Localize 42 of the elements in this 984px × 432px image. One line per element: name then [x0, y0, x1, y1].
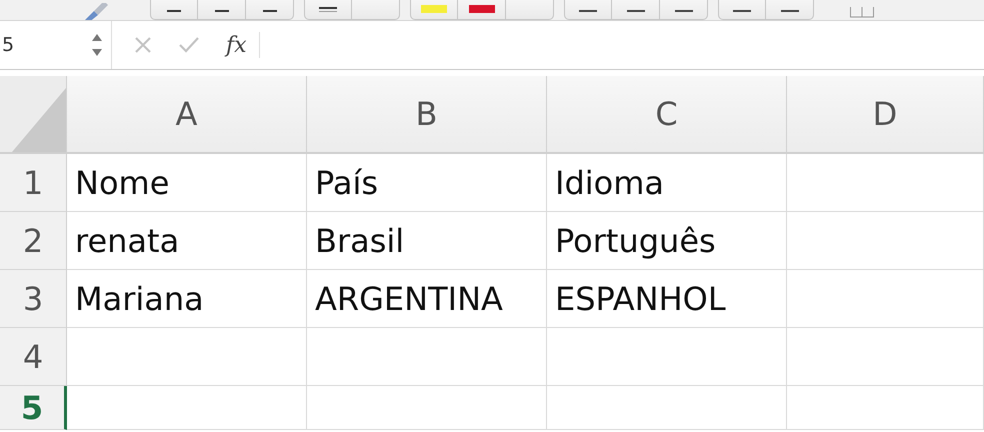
empty-cell[interactable]: [547, 386, 787, 430]
table-cell: Nome: [67, 154, 307, 212]
column-header[interactable]: C: [547, 76, 787, 154]
align-icon: [626, 9, 644, 13]
check-icon[interactable]: [178, 36, 200, 54]
table-cell: Idioma: [547, 154, 787, 212]
function-button[interactable]: fx: [226, 28, 247, 62]
empty-cell[interactable]: [787, 154, 984, 212]
empty-cell[interactable]: [787, 270, 984, 328]
row-header[interactable]: 3: [0, 270, 67, 328]
underline-mark-icon: [262, 9, 276, 13]
table-cell: ARGENTINA: [307, 270, 547, 328]
empty-cell[interactable]: [787, 328, 984, 386]
indent-icon: [733, 9, 751, 13]
indent-icon: [780, 9, 798, 13]
column-header[interactable]: A: [67, 76, 307, 154]
row-header[interactable]: 1: [0, 154, 67, 212]
stepper-icon[interactable]: [91, 32, 103, 58]
row-header[interactable]: 4: [0, 328, 67, 386]
table-cell: Português: [547, 212, 787, 270]
column-header[interactable]: D: [787, 76, 984, 154]
row-header[interactable]: 5: [0, 386, 67, 430]
empty-cell[interactable]: [787, 386, 984, 430]
table-cell: renata: [67, 212, 307, 270]
cancel-icon[interactable]: [134, 36, 152, 54]
underline-mark-icon: [167, 9, 181, 13]
align-icon: [674, 9, 692, 13]
empty-cell[interactable]: [547, 328, 787, 386]
table-cell: ESPANHOL: [547, 270, 787, 328]
table-cell: Mariana: [67, 270, 307, 328]
column-header[interactable]: B: [307, 76, 547, 154]
underline-mark-icon: [214, 9, 228, 13]
empty-cell[interactable]: [307, 328, 547, 386]
name-box[interactable]: 5: [2, 30, 14, 60]
row-header[interactable]: 2: [0, 212, 67, 270]
empty-cell[interactable]: [307, 386, 547, 430]
table-cell: País: [307, 154, 547, 212]
table-cell: Brasil: [307, 212, 547, 270]
align-icon: [579, 9, 597, 13]
empty-cell[interactable]: [787, 212, 984, 270]
border-icon: [319, 7, 337, 13]
merge-cells-icon[interactable]: [850, 6, 874, 19]
